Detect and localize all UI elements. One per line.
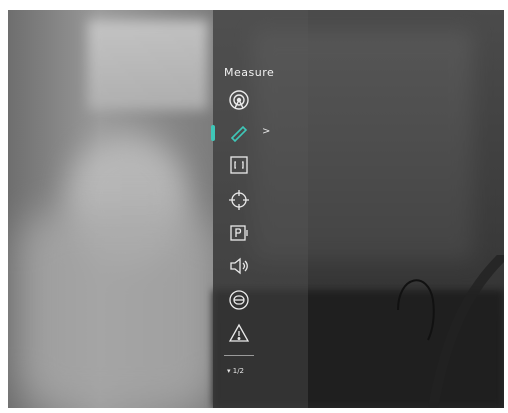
volume-icon[interactable]: [226, 253, 252, 279]
measure-tool-icon[interactable]: [226, 120, 252, 146]
submenu-chevron: >: [262, 126, 271, 137]
menu-title: Measure: [224, 66, 275, 79]
crosshair-icon[interactable]: [226, 187, 252, 213]
camera-viewfinder: Measure > ▾ 1/2: [8, 10, 504, 408]
target-signal-icon[interactable]: [226, 87, 252, 113]
parking-icon[interactable]: [226, 220, 252, 246]
display-mode-icon[interactable]: [226, 287, 252, 313]
scene-chair: [397, 255, 504, 408]
scene-shoulder: [18, 210, 218, 408]
page-indicator[interactable]: ▾ 1/2: [227, 367, 244, 375]
selection-indicator: [211, 125, 215, 141]
scene-window: [88, 20, 208, 110]
frame-brackets-icon[interactable]: [226, 152, 252, 178]
warning-icon[interactable]: [226, 320, 252, 346]
menu-divider: [224, 355, 254, 356]
